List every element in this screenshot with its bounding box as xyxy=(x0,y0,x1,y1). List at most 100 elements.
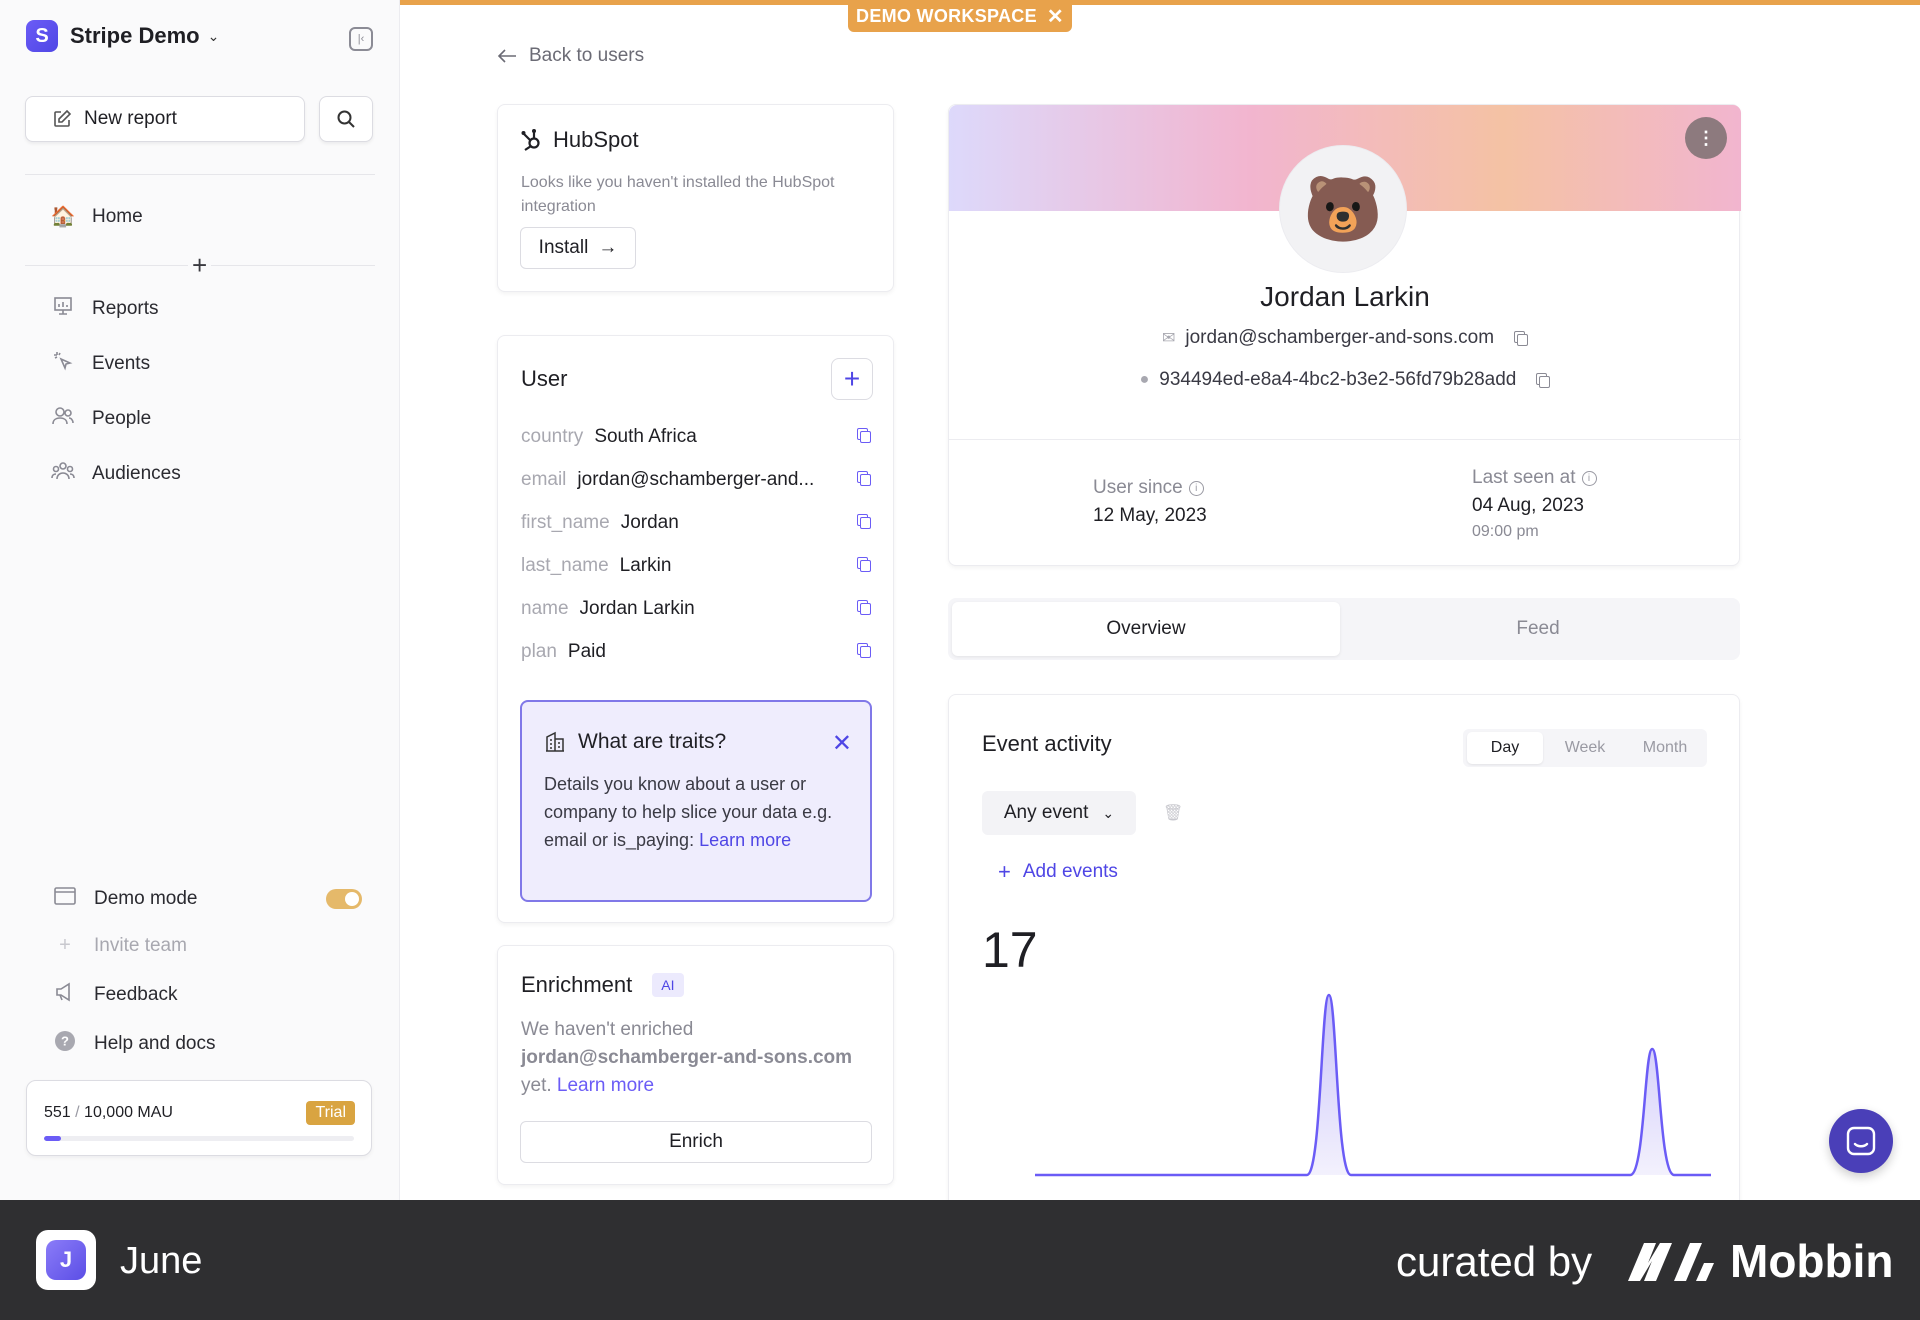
sidebar-item-label: Feedback xyxy=(94,984,178,1005)
arrow-left-icon xyxy=(497,49,516,63)
sidebar-item-demo-mode: Demo mode xyxy=(52,886,198,912)
period-month[interactable]: Month xyxy=(1627,732,1703,764)
copy-icon[interactable] xyxy=(857,514,871,529)
trait-row: name Jordan Larkin xyxy=(521,598,871,620)
trait-row: first_name Jordan xyxy=(521,512,871,534)
chat-icon xyxy=(1846,1126,1876,1156)
close-icon[interactable]: ✕ xyxy=(1047,4,1064,29)
trial-badge: Trial xyxy=(306,1101,355,1125)
footer: J June curated by Mobbin xyxy=(0,1200,1920,1320)
enrich-button[interactable]: Enrich xyxy=(520,1121,872,1163)
learn-more-link[interactable]: Learn more xyxy=(699,830,791,850)
event-select[interactable]: Any event ⌄ xyxy=(982,791,1136,835)
last-seen-label-text: Last seen at xyxy=(1472,467,1576,488)
enrichment-text: We haven't enriched xyxy=(521,1019,694,1040)
trait-key: name xyxy=(521,598,569,619)
profile-id-row: ● 934494ed-e8a4-4bc2-b3e2-56fd79b28add xyxy=(949,369,1741,391)
user-traits-card: User + country South Africa email jordan… xyxy=(497,335,894,923)
profile-name: Jordan Larkin xyxy=(1260,281,1430,312)
mail-icon: ✉ xyxy=(1161,330,1176,347)
tab-overview[interactable]: Overview xyxy=(952,602,1340,656)
more-options-icon[interactable]: ⋮ xyxy=(1685,117,1727,159)
sidebar-item-feedback[interactable]: Feedback xyxy=(52,982,177,1008)
add-events-button[interactable]: + Add events xyxy=(998,859,1118,885)
trait-key: email xyxy=(521,469,567,490)
trash-icon[interactable]: 🗑 xyxy=(1163,803,1183,823)
new-report-button[interactable]: New report xyxy=(25,96,305,142)
window-icon xyxy=(52,886,78,912)
install-button[interactable]: Install → xyxy=(520,227,636,269)
add-trait-button[interactable]: + xyxy=(831,358,873,400)
close-icon[interactable]: ✕ xyxy=(832,732,852,756)
sidebar-item-help[interactable]: ? Help and docs xyxy=(52,1030,215,1058)
trait-key: country xyxy=(521,426,584,447)
period-day[interactable]: Day xyxy=(1467,732,1543,764)
sidebar-item-label: Invite team xyxy=(94,934,187,956)
help-icon: ? xyxy=(52,1030,78,1058)
copy-icon[interactable] xyxy=(1536,372,1551,388)
profile-id: 934494ed-e8a4-4bc2-b3e2-56fd79b28add xyxy=(1159,369,1517,390)
search-icon xyxy=(337,110,355,128)
tab-feed[interactable]: Feed xyxy=(1344,602,1732,656)
mobbin-logo: Mobbin xyxy=(1626,1234,1894,1288)
chevron-down-icon: ⌄ xyxy=(1102,804,1115,821)
mau-total: 10,000 MAU xyxy=(84,1104,173,1121)
sidebar-item-reports[interactable]: Reports xyxy=(50,295,159,323)
period-week[interactable]: Week xyxy=(1547,732,1623,764)
sidebar-item-people[interactable]: People xyxy=(50,405,151,433)
sidebar-item-events[interactable]: Events xyxy=(50,350,150,378)
enrichment-suffix: yet. xyxy=(521,1075,552,1096)
traits-info-title-text: What are traits? xyxy=(578,730,727,753)
last-seen-time: 09:00 pm xyxy=(1472,523,1539,540)
sidebar-item-audiences[interactable]: Audiences xyxy=(50,460,181,488)
profile-email: jordan@schamberger-and-sons.com xyxy=(1185,327,1495,348)
copy-icon[interactable] xyxy=(1514,330,1529,346)
add-section-icon[interactable]: + xyxy=(188,252,212,278)
copy-icon[interactable] xyxy=(857,428,871,443)
user-icon: ● xyxy=(1139,371,1150,388)
sidebar-item-home[interactable]: 🏠 Home xyxy=(50,204,143,229)
copy-icon[interactable] xyxy=(857,600,871,615)
trait-value: South Africa xyxy=(594,426,697,447)
workspace-switcher[interactable]: S Stripe Demo ⌄ xyxy=(26,20,219,52)
enrichment-card: Enrichment AI We haven't enriched jordan… xyxy=(497,945,894,1185)
chat-button[interactable] xyxy=(1829,1109,1893,1173)
svg-text:?: ? xyxy=(61,1034,69,1049)
sidebar-item-label: People xyxy=(92,408,152,429)
edit-icon xyxy=(54,109,72,127)
sidebar-item-label: Demo mode xyxy=(94,888,198,909)
user-since-value: 12 May, 2023 xyxy=(1093,505,1207,526)
event-total: 17 xyxy=(982,922,1038,978)
enrichment-email: jordan@schamberger-and-sons.com xyxy=(521,1047,853,1068)
trait-row: last_name Larkin xyxy=(521,555,871,577)
sidebar-item-invite-team[interactable]: + Invite team xyxy=(52,934,187,957)
info-icon[interactable]: i xyxy=(1188,480,1204,496)
learn-more-link[interactable]: Learn more xyxy=(557,1075,654,1096)
copy-icon[interactable] xyxy=(857,557,871,572)
back-to-users-link[interactable]: Back to users xyxy=(497,45,644,67)
sidebar-item-label: Audiences xyxy=(92,463,181,484)
user-since-label-text: User since xyxy=(1093,477,1183,498)
audiences-icon xyxy=(50,460,76,488)
info-icon[interactable]: i xyxy=(1581,470,1597,486)
arrow-right-icon: → xyxy=(598,237,618,258)
copy-icon[interactable] xyxy=(857,643,871,658)
plus-icon: + xyxy=(59,934,71,956)
mau-progress-fill xyxy=(44,1136,62,1141)
last-seen-label: Last seen at i xyxy=(1472,467,1597,489)
home-icon: 🏠 xyxy=(50,206,76,228)
search-button[interactable] xyxy=(319,96,373,142)
workspace-name: Stripe Demo xyxy=(70,23,200,48)
mau-usage-card[interactable]: 551 / 10,000 MAU Trial xyxy=(26,1080,372,1156)
collapse-sidebar-icon[interactable]: |‹ xyxy=(349,27,373,51)
chart-area xyxy=(1035,995,1711,1175)
enrichment-title: Enrichment AI xyxy=(521,972,684,998)
profile-tabs: Overview Feed xyxy=(948,598,1740,660)
demo-mode-toggle[interactable] xyxy=(326,889,362,909)
mau-usage-text: 551 / 10,000 MAU xyxy=(44,1104,173,1121)
sidebar-item-label: Help and docs xyxy=(94,1033,216,1054)
event-select-label: Any event xyxy=(1003,802,1089,823)
copy-icon[interactable] xyxy=(857,471,871,486)
divider xyxy=(25,174,375,175)
user-since-label: User since i xyxy=(1093,477,1204,499)
